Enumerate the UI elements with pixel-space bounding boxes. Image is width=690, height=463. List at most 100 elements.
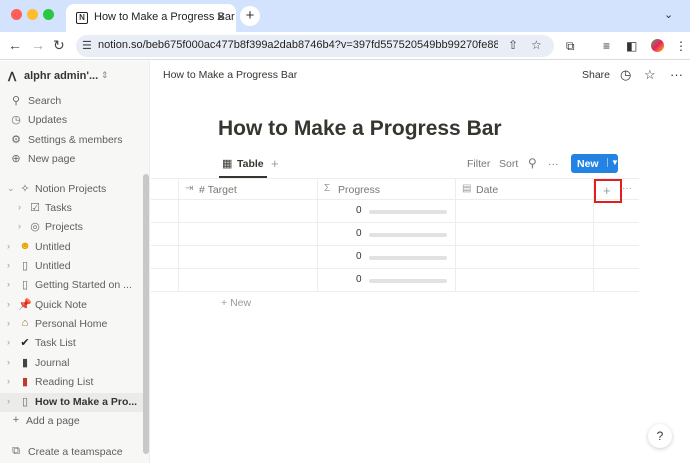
sidebar-page-reading-list[interactable]: › ▮ Reading List bbox=[0, 373, 149, 392]
browser-tab-bar: N How to Make a Progress Bar ✕ + ⌄ bbox=[0, 0, 690, 32]
sparkle-icon: ✧ bbox=[20, 183, 30, 195]
tab-search-chevron-icon[interactable]: ⌄ bbox=[664, 8, 673, 21]
sidebar-item-label: Settings & members bbox=[28, 134, 123, 146]
target-cell[interactable] bbox=[179, 223, 318, 245]
sidebar-page-how-to-make-progress-bar[interactable]: › ▯ How to Make a Pro... bbox=[0, 393, 149, 412]
sidebar-create-teamspace[interactable]: ⧉ Create a teamspace bbox=[0, 443, 149, 462]
page-icon: ▯ bbox=[21, 396, 29, 408]
chevron-right-icon[interactable]: › bbox=[7, 318, 10, 328]
workspace-switcher[interactable]: ᐱ alphr admin'... ⇕ bbox=[8, 69, 144, 87]
share-button[interactable]: Share bbox=[582, 69, 610, 81]
table-row[interactable]: 0 bbox=[151, 200, 639, 223]
column-header-target[interactable]: ⇥ # Target bbox=[179, 179, 318, 200]
profile-avatar-icon[interactable] bbox=[651, 39, 664, 52]
search-icon[interactable]: ⚲ bbox=[528, 156, 537, 170]
favorite-star-icon[interactable]: ☆ bbox=[644, 67, 656, 83]
progress-cell[interactable]: 0 bbox=[318, 269, 456, 291]
chevron-right-icon[interactable]: › bbox=[7, 279, 10, 289]
close-window-button[interactable] bbox=[11, 9, 22, 20]
sidebar-page-notion-projects[interactable]: ⌄ ✧ Notion Projects bbox=[0, 180, 149, 199]
chevron-right-icon[interactable]: › bbox=[7, 337, 10, 347]
sidebar-page-untitled-1[interactable]: › ☻ Untitled bbox=[0, 238, 149, 257]
chevron-right-icon[interactable]: › bbox=[7, 299, 10, 309]
chevron-right-icon[interactable]: › bbox=[7, 357, 10, 367]
new-row-button[interactable]: New ▼ bbox=[571, 154, 619, 173]
reading-list-icon[interactable]: ≡ bbox=[603, 39, 610, 53]
help-button[interactable]: ? bbox=[648, 424, 672, 448]
browser-tab[interactable]: N How to Make a Progress Bar ✕ bbox=[66, 4, 236, 32]
minimize-window-button[interactable] bbox=[27, 9, 38, 20]
table-row[interactable]: 0 bbox=[151, 223, 639, 246]
menu-kebab-icon[interactable]: ⋮ bbox=[675, 39, 687, 53]
tab-title: How to Make a Progress Bar bbox=[94, 11, 235, 23]
chevron-down-icon[interactable]: ▼ bbox=[607, 158, 619, 167]
sidebar-item-label: Updates bbox=[28, 114, 68, 126]
forward-arrow-icon[interactable]: → bbox=[31, 37, 45, 53]
tab-close-icon[interactable]: ✕ bbox=[216, 10, 226, 24]
progress-bar bbox=[369, 279, 447, 283]
site-info-icon[interactable]: ☰ bbox=[82, 39, 92, 52]
sidebar-page-projects[interactable]: › ◎ Projects bbox=[0, 218, 149, 237]
progress-cell[interactable]: 0 bbox=[318, 223, 456, 245]
sidebar-page-quick-note[interactable]: › 📌 Quick Note bbox=[0, 296, 149, 315]
table-row[interactable]: 0 bbox=[151, 246, 639, 269]
more-view-options-icon[interactable]: ··· bbox=[548, 158, 559, 170]
sidebar-page-getting-started[interactable]: › ▯ Getting Started on ... bbox=[0, 276, 149, 295]
date-cell[interactable] bbox=[456, 246, 594, 268]
column-header-date[interactable]: ▤ Date bbox=[456, 179, 594, 200]
chevron-right-icon[interactable]: › bbox=[7, 260, 10, 270]
reload-icon[interactable]: ↻ bbox=[53, 37, 65, 54]
sidebar-item-new-page[interactable]: ⊕ New page bbox=[0, 150, 149, 169]
chevron-right-icon[interactable]: › bbox=[7, 396, 10, 406]
chevron-right-icon[interactable]: › bbox=[7, 241, 10, 251]
column-header-label: Progress bbox=[338, 184, 381, 196]
sidebar-scrollbar[interactable] bbox=[143, 174, 149, 454]
workspace-name: alphr admin'... bbox=[24, 70, 99, 82]
sidebar-item-search[interactable]: ⚲ Search bbox=[0, 92, 149, 111]
date-cell[interactable] bbox=[456, 200, 594, 222]
sidebar-add-page[interactable]: + Add a page bbox=[0, 412, 149, 431]
filter-button[interactable]: Filter bbox=[467, 158, 490, 170]
history-clock-icon[interactable]: ◷ bbox=[620, 67, 631, 83]
sidebar-page-tasks[interactable]: › ☑ Tasks bbox=[0, 199, 149, 218]
more-columns-icon[interactable]: ··· bbox=[622, 183, 632, 194]
browser-toolbar: ← → ↻ ☰ notion.so/beb675f000ac477b8f399a… bbox=[0, 32, 690, 60]
address-bar[interactable]: ☰ notion.so/beb675f000ac477b8f399a2dab87… bbox=[76, 35, 554, 57]
progress-cell[interactable]: 0 bbox=[318, 246, 456, 268]
sidebar-page-task-list[interactable]: › ✔ Task List bbox=[0, 334, 149, 353]
date-cell[interactable] bbox=[456, 223, 594, 245]
add-row-button[interactable]: + New bbox=[221, 297, 251, 309]
sidebar-page-journal[interactable]: › ▮ Journal bbox=[0, 354, 149, 373]
share-page-icon[interactable]: ⇧ bbox=[508, 38, 518, 52]
zoom-window-button[interactable] bbox=[43, 9, 54, 20]
date-cell[interactable] bbox=[456, 269, 594, 291]
target-cell[interactable] bbox=[179, 269, 318, 291]
page-title[interactable]: How to Make a Progress Bar bbox=[218, 117, 502, 141]
new-tab-button[interactable]: + bbox=[240, 6, 260, 26]
page-icon: ▯ bbox=[21, 260, 29, 272]
sidebar-page-untitled-2[interactable]: › ▯ Untitled bbox=[0, 257, 149, 276]
sidebar-item-updates[interactable]: ◷ Updates bbox=[0, 111, 149, 130]
extensions-icon[interactable]: ⧉ bbox=[566, 39, 575, 54]
sidebar-item-settings[interactable]: ⚙ Settings & members bbox=[0, 131, 149, 150]
more-options-icon[interactable]: ··· bbox=[670, 67, 683, 82]
chevron-right-icon[interactable]: › bbox=[7, 376, 10, 386]
tab-table-view[interactable]: ▦ Table bbox=[219, 153, 267, 178]
back-arrow-icon[interactable]: ← bbox=[8, 37, 22, 53]
add-view-icon[interactable]: + bbox=[271, 156, 279, 171]
chevron-down-icon[interactable]: ⌄ bbox=[7, 183, 15, 194]
progress-cell[interactable]: 0 bbox=[318, 200, 456, 222]
target-cell[interactable] bbox=[179, 246, 318, 268]
target-cell[interactable] bbox=[179, 200, 318, 222]
sort-button[interactable]: Sort bbox=[499, 158, 518, 170]
sidebar-page-personal-home[interactable]: › ⌂ Personal Home bbox=[0, 315, 149, 334]
row-handle-cell bbox=[151, 246, 179, 268]
side-panel-icon[interactable]: ◧ bbox=[626, 39, 637, 53]
breadcrumb[interactable]: How to Make a Progress Bar bbox=[163, 69, 297, 81]
chevron-updown-icon: ⇕ bbox=[101, 70, 109, 80]
column-header-progress[interactable]: Σ Progress bbox=[318, 179, 456, 200]
chevron-right-icon[interactable]: › bbox=[18, 202, 21, 212]
bookmark-star-icon[interactable]: ☆ bbox=[531, 38, 542, 52]
table-row[interactable]: 0 bbox=[151, 269, 639, 292]
chevron-right-icon[interactable]: › bbox=[18, 221, 21, 231]
